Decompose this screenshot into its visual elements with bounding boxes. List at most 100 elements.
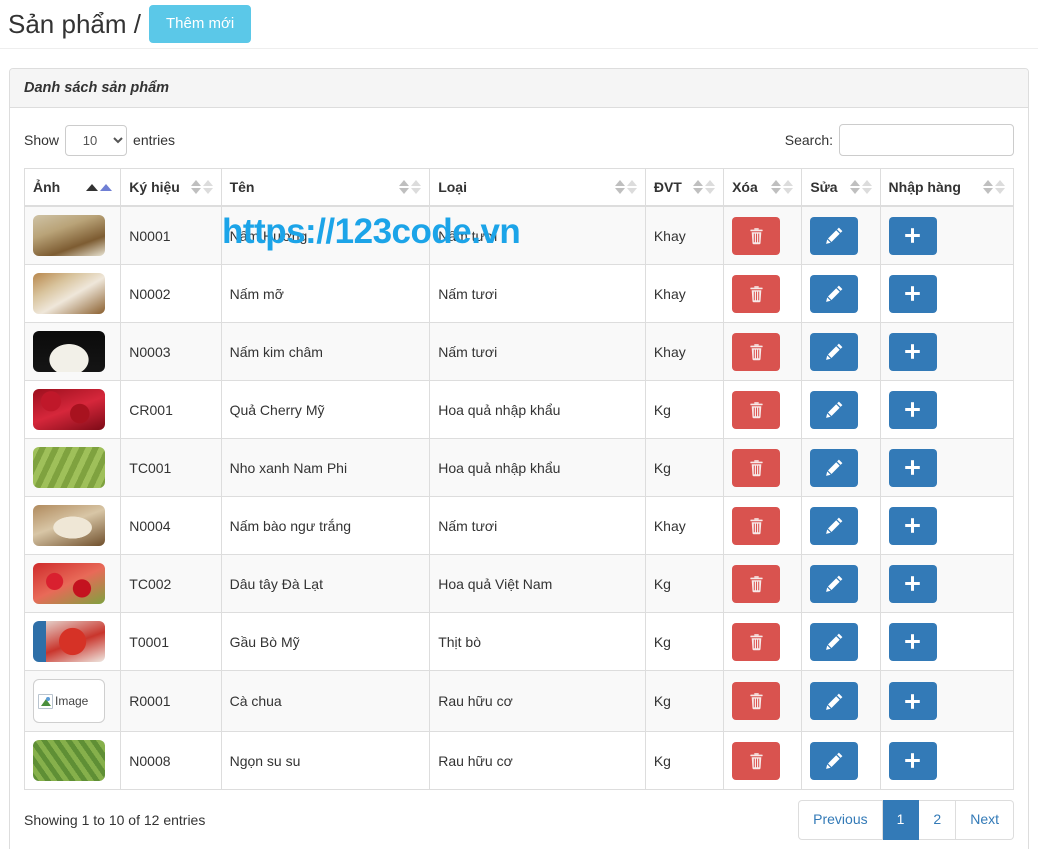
trash-icon xyxy=(748,459,765,477)
cell-product-category: Hoa quả Việt Nam xyxy=(429,554,646,613)
table-row: N0002 Nấm mỡ Nấm tươi Khay xyxy=(23,264,1015,323)
edit-product-button[interactable] xyxy=(810,564,859,603)
page-length-select[interactable]: 102550100 xyxy=(65,124,128,156)
search-input[interactable] xyxy=(839,124,1014,156)
table-row: N0008 Ngọn su su Rau hữu cơ Kg xyxy=(23,731,1015,790)
delete-product-button[interactable] xyxy=(732,390,781,429)
cell-product-name: Gầu Bò Mỹ xyxy=(220,612,431,671)
table-row: TC002 Dâu tây Đà Lạt Hoa quả Việt Nam Kg xyxy=(23,554,1015,613)
add-new-product-button[interactable]: Thêm mới xyxy=(148,5,252,43)
delete-product-button[interactable] xyxy=(732,622,781,661)
column-header-xoa[interactable]: Xóa xyxy=(723,168,803,207)
column-header-dvt[interactable]: ĐVT xyxy=(644,168,725,207)
column-header-label: Loại xyxy=(438,179,467,195)
cell-product-category: Rau hữu cơ xyxy=(429,731,646,790)
cell-product-unit: Khay xyxy=(644,205,725,265)
cell-product-name: Nấm bào ngư trắng xyxy=(220,496,431,555)
cell-delete-product-button xyxy=(723,205,803,265)
cell-product-code: TC001 xyxy=(120,438,222,497)
edit-product-button[interactable] xyxy=(810,741,859,780)
import-stock-button[interactable] xyxy=(888,741,937,780)
import-stock-button[interactable] xyxy=(888,682,937,720)
trash-icon xyxy=(748,633,765,651)
pencil-icon xyxy=(825,516,844,535)
trash-icon xyxy=(748,752,765,770)
pagination-page-1[interactable]: 1 xyxy=(882,800,920,840)
delete-product-button[interactable] xyxy=(732,274,781,313)
cell-import-stock-button xyxy=(879,205,1015,265)
table-row: N0001 Nấm Hương Nấm tươi Khay xyxy=(23,205,1015,265)
delete-product-button[interactable] xyxy=(732,506,781,545)
pagination-page-2[interactable]: 2 xyxy=(919,800,957,840)
pagination-previous[interactable]: Previous xyxy=(798,800,883,840)
cell-edit-product-button xyxy=(801,438,881,497)
column-header-loai[interactable]: Loại xyxy=(429,168,646,207)
cell-product-code: T0001 xyxy=(120,612,222,671)
cell-edit-product-button xyxy=(801,264,881,323)
table-row: N0004 Nấm bào ngư trắng Nấm tươi Khay xyxy=(23,496,1015,555)
import-stock-button[interactable] xyxy=(888,448,937,487)
plus-icon xyxy=(904,285,921,302)
pencil-icon xyxy=(825,226,844,245)
delete-product-button[interactable] xyxy=(732,741,781,780)
cell-delete-product-button xyxy=(723,496,803,555)
edit-product-button[interactable] xyxy=(810,216,859,255)
import-stock-button[interactable] xyxy=(888,332,937,371)
delete-product-button[interactable] xyxy=(732,332,781,371)
panel-body: Show 102550100 entries Search: xyxy=(10,108,1028,849)
cell-product-image xyxy=(23,205,122,265)
edit-product-button[interactable] xyxy=(810,390,859,429)
import-stock-button[interactable] xyxy=(888,274,937,313)
import-stock-button[interactable] xyxy=(888,564,937,603)
pencil-icon xyxy=(825,751,844,770)
cell-product-name: Ngọn su su xyxy=(220,731,431,790)
edit-product-button[interactable] xyxy=(810,506,859,545)
delete-product-button[interactable] xyxy=(732,682,781,720)
edit-product-button[interactable] xyxy=(810,682,859,720)
datatable-footer: Showing 1 to 10 of 12 entries Previous 1… xyxy=(24,800,1014,842)
cell-product-name: Nho xanh Nam Phi xyxy=(220,438,431,497)
pencil-icon xyxy=(825,458,844,477)
cell-delete-product-button xyxy=(723,438,803,497)
cell-delete-product-button xyxy=(723,612,803,671)
column-header-ten[interactable]: Tên xyxy=(220,168,431,207)
import-stock-button[interactable] xyxy=(888,506,937,545)
table-row: N0003 Nấm kim châm Nấm tươi Khay xyxy=(23,322,1015,381)
cell-product-category: Hoa quả nhập khẩu xyxy=(429,380,646,439)
import-stock-button[interactable] xyxy=(888,390,937,429)
search-label-wrap: Search: xyxy=(785,124,1014,156)
column-header-sua[interactable]: Sửa xyxy=(801,168,881,207)
import-stock-button[interactable] xyxy=(888,622,937,661)
product-thumbnail xyxy=(33,447,105,488)
column-header-label: Ký hiệu xyxy=(129,179,180,195)
column-header-ky-hieu[interactable]: Ký hiệu xyxy=(120,168,222,207)
delete-product-button[interactable] xyxy=(732,564,781,603)
pagination-next[interactable]: Next xyxy=(956,800,1014,840)
edit-product-button[interactable] xyxy=(810,622,859,661)
cell-edit-product-button xyxy=(801,670,881,732)
delete-product-button[interactable] xyxy=(732,448,781,487)
sort-toggle-icon xyxy=(693,180,716,194)
cell-product-code: N0004 xyxy=(120,496,222,555)
edit-product-button[interactable] xyxy=(810,448,859,487)
column-header-anh[interactable]: Ảnh xyxy=(23,168,122,207)
page-header: Sản phẩm / Thêm mới xyxy=(0,0,1038,49)
cell-product-image xyxy=(23,438,122,497)
product-thumbnail xyxy=(33,273,105,314)
cell-import-stock-button xyxy=(879,554,1015,613)
cell-product-unit: Khay xyxy=(644,322,725,381)
import-stock-button[interactable] xyxy=(888,216,937,255)
edit-product-button[interactable] xyxy=(810,332,859,371)
delete-product-button[interactable] xyxy=(732,216,781,255)
broken-image-alt-text: Image xyxy=(55,694,89,708)
pencil-icon xyxy=(825,692,844,711)
cell-product-category: Nấm tươi xyxy=(429,205,646,265)
cell-product-unit: Khay xyxy=(644,264,725,323)
cell-edit-product-button xyxy=(801,731,881,790)
column-header-nhap-hang[interactable]: Nhập hàng xyxy=(879,168,1015,207)
broken-image-icon xyxy=(38,693,53,709)
sort-toggle-icon xyxy=(614,180,637,194)
show-text: Show xyxy=(24,132,60,148)
edit-product-button[interactable] xyxy=(810,274,859,313)
pagination: Previous 1 2 Next xyxy=(798,800,1014,840)
